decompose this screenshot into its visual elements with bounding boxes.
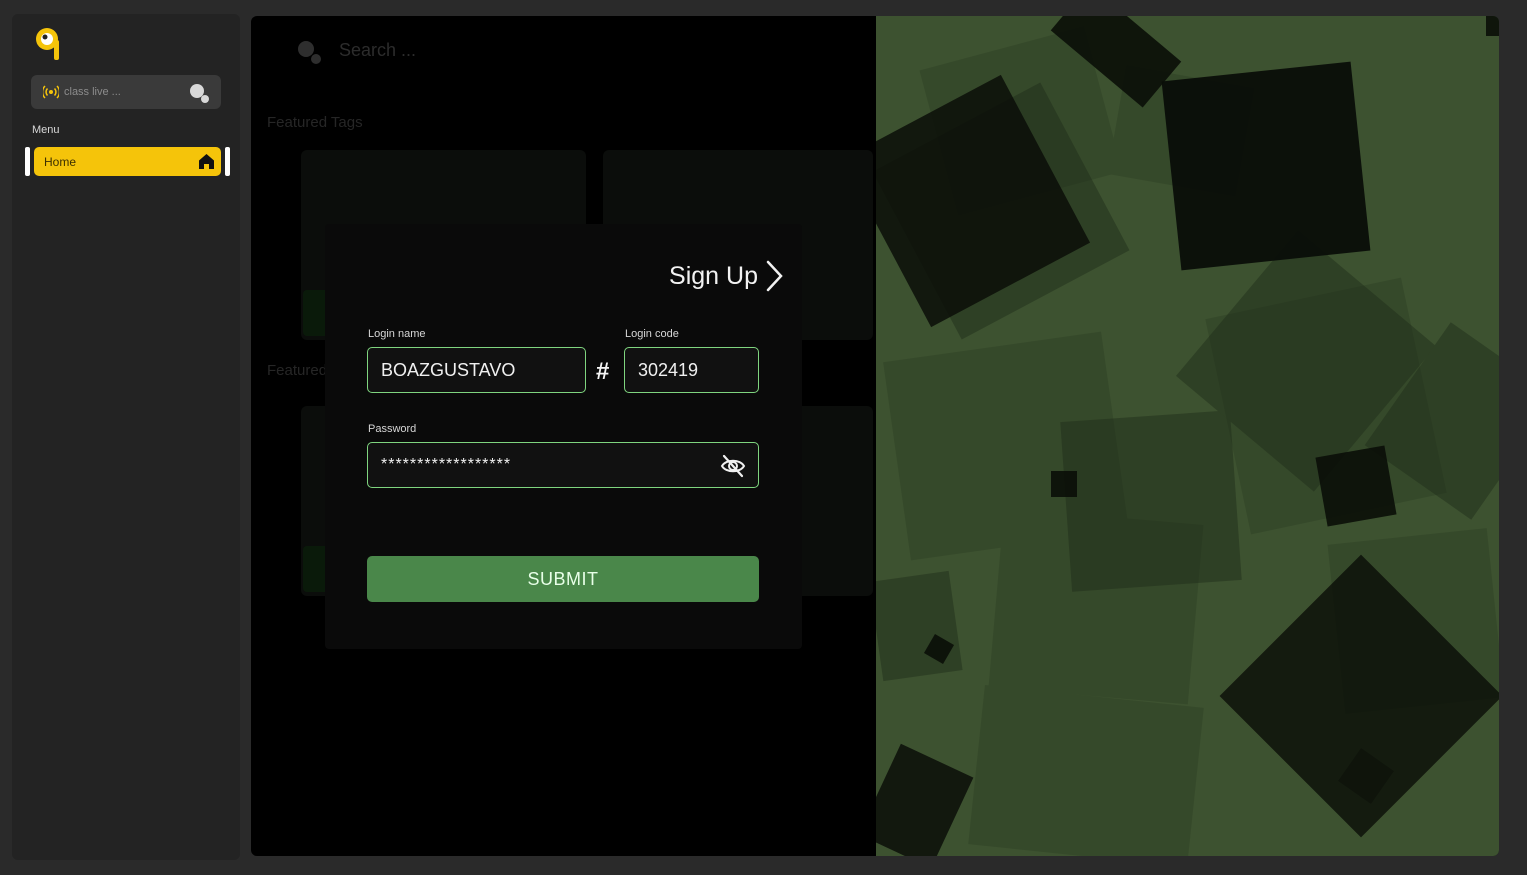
live-search-placeholder: class live ... xyxy=(64,86,121,98)
search-icon xyxy=(298,41,321,64)
decorative-art-panel xyxy=(876,16,1499,856)
broadcast-icon xyxy=(43,85,59,99)
sidebar-item-label: Home xyxy=(44,155,77,169)
login-name-field[interactable]: BOAZGUSTAVO xyxy=(367,347,586,393)
sign-up-link[interactable]: Sign Up xyxy=(669,260,784,292)
password-value: ****************** xyxy=(381,456,512,473)
active-indicator-left xyxy=(25,147,30,176)
login-panel: Sign Up Login name BOAZGUSTAVO # Login c… xyxy=(325,224,802,649)
live-class-search[interactable]: class live ... xyxy=(31,75,221,109)
login-code-label: Login code xyxy=(625,328,679,340)
home-icon xyxy=(199,154,214,169)
section-title: Featured xyxy=(267,362,328,379)
search-icon[interactable] xyxy=(187,81,211,105)
sign-up-label: Sign Up xyxy=(669,261,758,290)
chevron-right-icon xyxy=(766,260,783,292)
main-content: Search ... Featured Tags Featured Sign U… xyxy=(251,16,1499,856)
sidebar-item-home[interactable]: Home xyxy=(34,147,221,176)
menu-label: Menu xyxy=(32,124,60,136)
password-label: Password xyxy=(368,423,417,435)
active-indicator-right xyxy=(225,147,230,176)
section-title: Featured Tags xyxy=(267,114,363,131)
hash-separator: # xyxy=(596,358,610,385)
password-field[interactable]: ****************** xyxy=(367,442,759,488)
eye-slash-icon[interactable] xyxy=(720,453,746,479)
sidebar: class live ... Menu Home xyxy=(12,14,240,860)
login-name-label: Login name xyxy=(368,328,426,340)
app-logo[interactable] xyxy=(34,26,64,66)
submit-button[interactable]: SUBMIT xyxy=(367,556,759,602)
search-placeholder: Search ... xyxy=(339,40,417,60)
login-code-field[interactable]: 302419 xyxy=(624,347,759,393)
